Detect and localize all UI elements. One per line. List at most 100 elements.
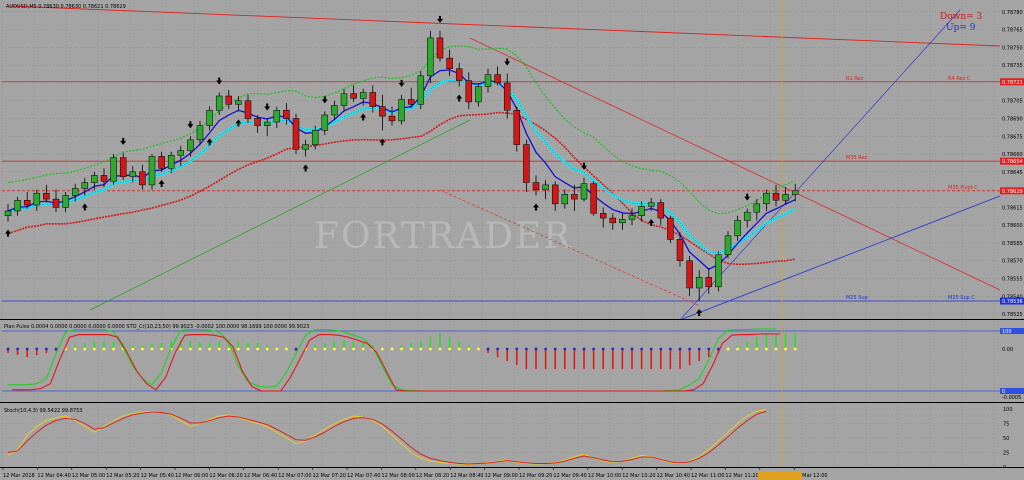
candle-body [62,195,69,208]
pulse-dot [697,347,701,351]
candle-body [715,254,722,288]
x-tick-label: 12 Mar 09:20 [519,473,552,479]
pulse-dot [390,347,394,351]
cursor-time-tag [758,471,802,479]
pulse-dot [429,347,432,351]
candle-body [4,210,12,216]
pulse-dot [131,347,135,351]
pulse-dot [678,347,682,351]
x-tick-label: 12 Mar 10:20 [622,473,655,479]
pulse-dot [217,347,221,351]
candle-body [494,74,501,84]
pulse-dot [342,347,346,351]
pulse-dot [313,347,317,351]
candle-body [628,215,636,220]
pulse-dot [563,347,567,351]
candle-body [446,57,453,69]
pulse-indicator[interactable]: Plan Pulse 0.0004 0.0000 0.0000 0.0000 0… [0,321,1024,403]
pulse-dot [160,347,164,351]
candle-body [590,183,597,214]
pulse-dot [438,347,442,351]
y-tick-label: 0.78525 [1002,312,1023,318]
stochastic-indicator[interactable]: 1007550250Stoch(10,4,3) 99.5422 99.87531… [0,404,1024,480]
y-tick-label: 0.78585 [1002,241,1023,247]
counter-up: Up= 9 [946,23,976,33]
counter-down: Down= 3 [940,12,983,22]
level-tag: 0.78536 [1002,299,1023,305]
pulse-dot [54,347,58,351]
pulse-dot [419,347,423,351]
candle-body [782,194,789,201]
price-chart[interactable]: 0.787800.787650.787500.787350.787200.787… [0,0,1024,320]
pulse-dot [505,347,509,351]
pulse-dot [784,347,787,351]
candle-body [523,144,530,183]
pulse-dot [323,347,327,351]
candle-body [91,175,98,183]
pulse-dot [333,347,336,351]
y-tick-label: 0.78750 [1002,45,1023,51]
candle-body [561,194,569,205]
pulse-dot [45,347,48,351]
candle-body [407,99,415,105]
pulse-dot [745,347,749,351]
candle-body [321,114,329,131]
candle-body [455,68,463,81]
candle-body [695,277,703,289]
candle-body [686,260,693,289]
candle-body [542,184,549,190]
pulse-dot [765,347,768,351]
candle-body [753,203,761,213]
pulse-dot [35,347,39,351]
candle-body [119,157,127,177]
candle-body [81,182,89,189]
x-tick-label: 12 Mar 06:40 [244,473,277,479]
level-right-label: M25 Sup C [948,295,975,301]
pulse-dot [573,347,576,351]
pulse-dot [515,347,519,351]
watermark: FORTRADER [314,216,572,257]
candle-body [177,150,185,156]
y-tick-label: 0.78765 [1002,28,1023,34]
pulse-dot [669,347,672,351]
pulse-dot [179,347,183,351]
candle-body [340,93,348,106]
pulse-dot [237,347,240,351]
x-tick-label: 12 Mar 07:40 [347,473,380,479]
level-label: R1 Rez [846,76,864,82]
pulse-dot [621,347,624,351]
candle-body [283,109,290,119]
candle-body [743,211,751,221]
pulse-dot [582,347,586,351]
pulse-dot [294,347,298,351]
x-tick-label: 12 Mar 09:40 [553,473,586,479]
candle-body [148,156,156,186]
pulse-dot [457,347,461,351]
candle-body [23,200,31,206]
pulse-dot [640,347,643,351]
level-right-label: R4 Rez C [948,76,971,82]
candle-body [465,80,473,103]
candle-body [167,155,175,169]
pulse-dot [256,347,259,351]
y-tick-label: 50 [1003,436,1009,442]
x-tick-label: 12 Mar 06:20 [209,473,242,479]
candle-body [369,92,377,107]
tag-100: 100 [1002,329,1012,335]
candle-body [52,198,60,208]
pulse-dot [102,347,106,351]
x-tick-label: 12 Mar 2018 [3,473,35,479]
pulse-dot [189,347,192,351]
pulse-header: Plan Pulse 0.0004 0.0000 0.0000 0.0000 0… [4,324,309,330]
y-tick-label: 0.78555 [1002,277,1023,283]
y-tick-label: 0.78600 [1002,223,1023,229]
pulse-dot [246,347,250,351]
pulse-dot [400,347,403,351]
y-tick-label: 0.00 [1002,347,1013,353]
pulse-dot [601,347,605,351]
candle-body [139,171,146,186]
x-tick-label: 12 Mar 08:20 [416,473,449,479]
candle-body [273,109,281,123]
pulse-dot [630,347,634,351]
y-tick-label: 0.78645 [1002,170,1023,176]
